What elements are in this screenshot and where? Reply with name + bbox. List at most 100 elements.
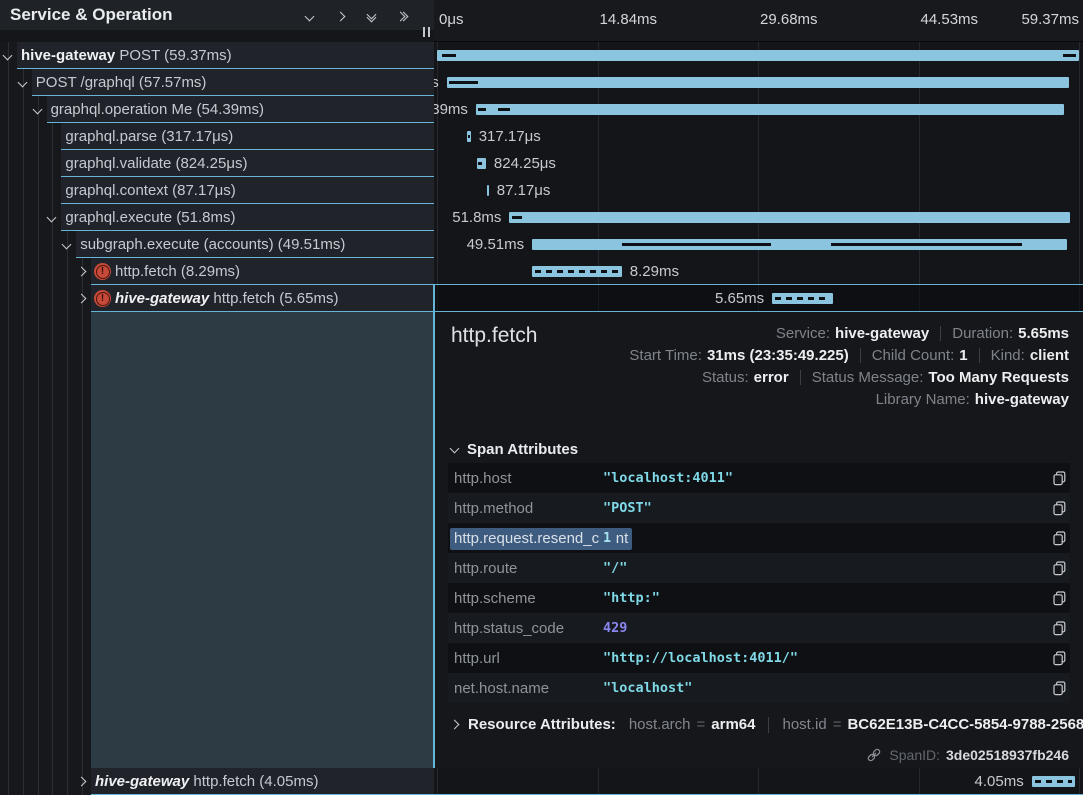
copy-button[interactable] — [1042, 681, 1070, 696]
child-span-stripe — [831, 243, 1022, 246]
span-duration-label: 54.39ms — [434, 101, 468, 118]
attribute-row[interactable]: http.url"http://localhost:4011/" — [448, 643, 1070, 673]
span-label: graphql.validate (824.25μs) — [65, 155, 247, 172]
span-tree-panel: hive-gateway POST (59.37ms) POST /graphql… — [0, 0, 434, 795]
chevron-right-icon — [450, 720, 460, 730]
copy-button[interactable] — [1042, 561, 1070, 576]
span-bar[interactable] — [487, 185, 489, 196]
span-label: graphql.execute (51.8ms) — [65, 209, 235, 226]
copy-button[interactable] — [1042, 621, 1070, 636]
span-id-label: SpanID: — [889, 747, 940, 763]
span-id-row: SpanID: 3de02518937fb246 — [866, 747, 1069, 763]
timeline-row[interactable]: 8.29ms — [434, 258, 1083, 285]
span-duration-label: 317.17μs — [479, 128, 541, 145]
span-duration-label: 824.25μs — [494, 155, 556, 172]
copy-button[interactable] — [1042, 651, 1070, 666]
chevron-right-icon[interactable] — [77, 294, 87, 304]
tree-row[interactable]: graphql.validate (824.25μs) — [0, 150, 434, 177]
timeline-row[interactable]: 5.65ms — [434, 285, 1083, 312]
timeline-row[interactable]: 57.57ms — [434, 69, 1083, 96]
span-label: graphql.operation Me (54.39ms) — [51, 101, 264, 118]
resource-attributes-row[interactable]: Resource Attributes: host.arch=arm64host… — [451, 716, 1083, 733]
chevron-right-icon[interactable] — [77, 267, 87, 277]
timeline-row[interactable]: 317.17μs — [434, 123, 1083, 150]
span-duration-label: 8.29ms — [630, 263, 679, 280]
timeline-row[interactable]: 49.51ms — [434, 231, 1083, 258]
tree-row[interactable]: http.fetch (8.29ms) — [0, 258, 434, 285]
child-span-stripe — [449, 81, 478, 84]
meta-separator — [940, 326, 941, 341]
attribute-row[interactable]: http.route"/" — [448, 553, 1070, 583]
error-icon — [94, 290, 111, 307]
timeline-row[interactable] — [434, 42, 1083, 69]
resource-attributes-title: Resource Attributes: — [468, 716, 616, 733]
timeline-tick-label: 44.53ms — [921, 11, 979, 28]
span-bar[interactable] — [467, 131, 470, 142]
chevron-right-icon[interactable] — [77, 777, 87, 787]
timeline-row[interactable]: 51.8ms — [434, 204, 1083, 231]
tree-row[interactable]: hive-gateway http.fetch (5.65ms) — [0, 285, 434, 312]
meta-line: Service:hive-gatewayDuration:5.65ms — [776, 325, 1069, 342]
meta-value: hive-gateway — [975, 391, 1069, 408]
span-label: graphql.context (87.17μs) — [65, 182, 235, 199]
tree-row[interactable]: subgraph.execute (accounts) (49.51ms) — [0, 231, 434, 258]
timeline-row[interactable]: 4.05ms — [434, 768, 1083, 795]
copy-button[interactable] — [1042, 471, 1070, 486]
span-bar[interactable] — [437, 50, 1079, 61]
tree-row[interactable]: graphql.parse (317.17μs) — [0, 123, 434, 150]
link-icon[interactable] — [866, 747, 882, 763]
tree-row[interactable]: hive-gateway POST (59.37ms) — [0, 42, 434, 69]
attribute-row[interactable]: http.method"POST" — [448, 493, 1070, 523]
timeline-row[interactable]: 824.25μs — [434, 150, 1083, 177]
tree-header-substrip — [0, 30, 434, 42]
span-label: POST /graphql (57.57ms) — [36, 74, 207, 91]
tree-row[interactable]: POST /graphql (57.57ms) — [0, 69, 434, 96]
collapse-all-icon[interactable] — [365, 10, 377, 22]
copy-button[interactable] — [1042, 591, 1070, 606]
meta-label: Child Count: — [872, 347, 955, 364]
expand-one-icon[interactable] — [334, 10, 346, 22]
collapse-one-icon[interactable] — [303, 10, 315, 22]
span-bar[interactable] — [476, 104, 1064, 115]
copy-button[interactable] — [1042, 501, 1070, 516]
attribute-row[interactable]: net.host.name"localhost" — [448, 673, 1070, 703]
span-label: hive-gateway http.fetch (4.05ms) — [95, 773, 318, 790]
span-label: http.fetch (8.29ms) — [115, 263, 240, 280]
timeline-row[interactable]: 54.39ms — [434, 96, 1083, 123]
attribute-key: http.scheme — [448, 590, 603, 607]
chevron-down-icon[interactable] — [32, 105, 42, 115]
attribute-value: "POST" — [603, 500, 1042, 516]
chevron-down-icon[interactable] — [17, 78, 27, 88]
span-bar[interactable] — [477, 158, 486, 169]
copy-icon — [1053, 561, 1066, 576]
tree-row[interactable]: graphql.operation Me (54.39ms) — [0, 96, 434, 123]
span-bar[interactable] — [509, 212, 1069, 223]
timeline-panel: 0μs14.84ms29.68ms44.53ms59.37ms 57.57ms5… — [434, 0, 1083, 795]
chevron-down-icon[interactable] — [62, 240, 72, 250]
attribute-row[interactable]: http.scheme"http:" — [448, 583, 1070, 613]
tree-row[interactable]: hive-gateway http.fetch (4.05ms) — [0, 768, 434, 795]
expand-all-icon[interactable] — [396, 10, 408, 22]
panel-splitter-handle[interactable] — [423, 27, 430, 37]
attribute-value: 429 — [603, 620, 1042, 636]
attribute-row[interactable]: http.host"localhost:4011" — [448, 463, 1070, 493]
child-span-stripe — [622, 243, 771, 246]
span-bar[interactable] — [532, 266, 622, 277]
chevron-down-icon[interactable] — [47, 213, 57, 223]
span-bar[interactable] — [772, 293, 833, 304]
tree-row[interactable]: graphql.execute (51.8ms) — [0, 204, 434, 231]
meta-value: hive-gateway — [835, 325, 929, 342]
span-attributes-section-header[interactable]: Span Attributes — [451, 441, 578, 458]
resource-key: host.id — [782, 716, 826, 733]
span-bar[interactable] — [1032, 776, 1076, 787]
timeline-row[interactable]: 87.17μs — [434, 177, 1083, 204]
attribute-row[interactable]: http.status_code429 — [448, 613, 1070, 643]
meta-line: Status:errorStatus Message:Too Many Requ… — [702, 369, 1069, 386]
copy-button[interactable] — [1042, 531, 1070, 546]
meta-separator — [860, 348, 861, 363]
tree-row[interactable]: graphql.context (87.17μs) — [0, 177, 434, 204]
span-bar[interactable] — [447, 77, 1070, 88]
span-bar[interactable] — [532, 239, 1067, 250]
attribute-row[interactable]: http.request.resend_count1 — [448, 523, 1070, 553]
chevron-down-icon[interactable] — [3, 51, 13, 61]
